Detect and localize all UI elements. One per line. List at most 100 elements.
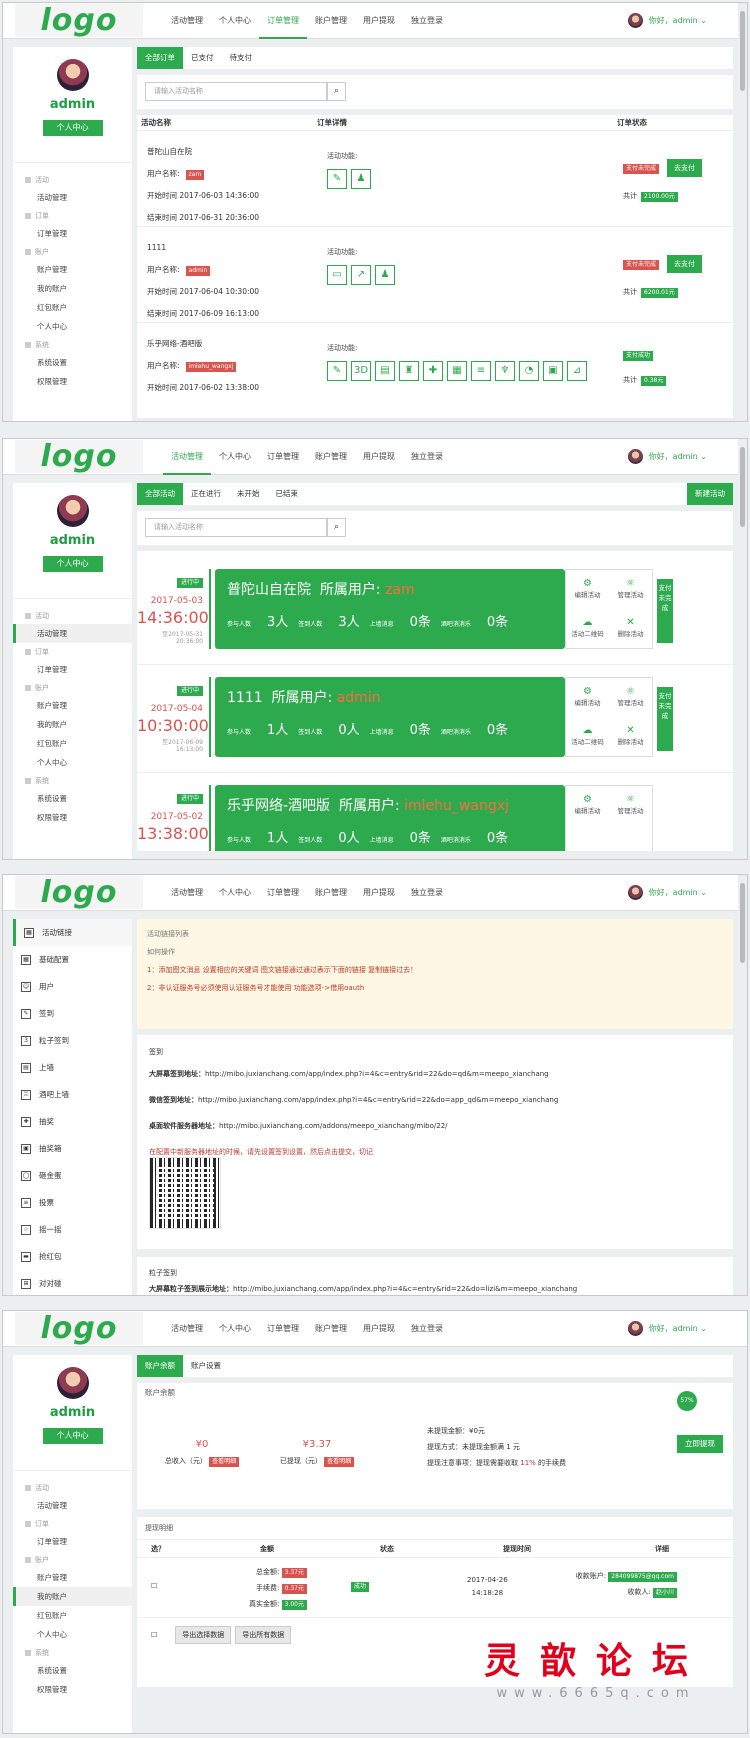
tab-all-activities[interactable]: 全部活动 [137,483,183,505]
sidebar-item-redpack[interactable]: ▬ 抢红包 [13,1243,132,1270]
logo[interactable]: logo [15,876,143,909]
edit-activity-button[interactable]: ⚙ 编辑活动 [566,570,609,609]
nav-activity[interactable]: 活动管理 [163,875,211,911]
grid-icon[interactable]: ▦ [447,361,467,381]
nav-account[interactable]: 账户管理 [307,1311,355,1347]
nav-profile[interactable]: 个人中心 [211,1311,259,1347]
nav-profile[interactable]: 个人中心 [211,3,259,39]
sidebar-item-lottery[interactable]: ✚ 抽奖 [13,1108,132,1135]
nav-orders[interactable]: 订单管理 [259,875,307,911]
manage-activity-button[interactable]: ⚛ 管理活动 [609,570,652,609]
sidebar-item-particle[interactable]: 3 粒子签到 [13,1027,132,1054]
menu-item-profile[interactable]: 个人中心 [13,753,132,772]
manage-activity-button[interactable]: ⚛ 管理活动 [609,786,652,851]
detail-tag[interactable]: 查看明细 [324,1457,355,1467]
select-all-checkbox[interactable]: ☐ [151,1631,157,1639]
present-icon[interactable]: ✚ [423,361,443,381]
wechat-url[interactable]: http://mibo.juxianchang.com/app/index.ph… [198,1096,558,1104]
message-icon[interactable]: ▤ [375,361,395,381]
menu-item-order[interactable]: 订单管理 [13,224,132,243]
sidebar-item-bar-wall[interactable]: ♖ 酒吧上墙 [13,1081,132,1108]
sidebar-item-basic[interactable]: ▦ 基础配置 [13,946,132,973]
wall-icon[interactable]: ▭ [327,265,347,285]
gift-icon[interactable]: ♜ [399,361,419,381]
menu-item-activity[interactable]: 活动管理 [13,188,132,207]
edit-icon[interactable]: ✎ [327,361,347,381]
delete-activity-button[interactable]: ✕ 删除活动 [609,609,652,648]
scrollbar[interactable] [738,3,747,421]
nav-withdraw[interactable]: 用户提现 [355,875,403,911]
nav-login[interactable]: 独立登录 [403,1311,451,1347]
search-input[interactable]: 请输入活动名称 [145,82,327,101]
sidebar-item-users[interactable]: ☺ 用户 [13,973,132,1000]
edit-activity-button[interactable]: ⚙ 编辑活动 [566,786,609,851]
menu-item-account[interactable]: 账户管理 [13,260,132,279]
pay-status-tag[interactable]: 支付未完成 [657,687,673,751]
export-all-button[interactable]: 导出所有数据 [235,1626,292,1644]
menu-item-my-account[interactable]: 我的账户 [13,715,132,734]
shirt-icon[interactable]: ♆ [495,361,515,381]
scrollbar[interactable] [738,875,747,1295]
search-icon[interactable]: ⌕ [327,518,346,537]
nav-withdraw[interactable]: 用户提现 [355,439,403,475]
logo[interactable]: logo [15,1312,143,1345]
nav-account[interactable]: 账户管理 [307,3,355,39]
nav-orders[interactable]: 订单管理 [259,3,307,39]
user-center-button[interactable]: 个人中心 [42,1428,103,1444]
tab-ended[interactable]: 已结束 [268,483,307,505]
nav-profile[interactable]: 个人中心 [211,439,259,475]
database-icon[interactable]: ▣ [543,361,563,381]
user-menu[interactable]: 你好，admin ⌄ [627,1321,707,1336]
users-icon[interactable]: ♟ [351,169,371,189]
nav-orders[interactable]: 订单管理 [259,439,307,475]
nav-orders[interactable]: 订单管理 [259,1311,307,1347]
nav-withdraw[interactable]: 用户提现 [355,3,403,39]
scrollbar[interactable] [738,439,747,859]
row-checkbox[interactable]: ☐ [151,1582,157,1590]
qrcode-button[interactable]: ☁ 活动二维码 [566,717,609,756]
menu-item-redpack[interactable]: 红包账户 [13,734,132,753]
menu-item-my-account[interactable]: 我的账户 [13,279,132,298]
tab-account-settings[interactable]: 账户设置 [183,1355,229,1377]
nav-account[interactable]: 账户管理 [307,875,355,911]
new-activity-button[interactable]: 新建活动 [687,483,733,505]
pay-button[interactable]: 去支付 [667,255,703,273]
nav-login[interactable]: 独立登录 [403,439,451,475]
sidebar-item-vote[interactable]: ≡ 投票 [13,1189,132,1216]
nav-login[interactable]: 独立登录 [403,875,451,911]
menu-item-order[interactable]: 订单管理 [13,1532,132,1551]
menu-item-my-account[interactable]: 我的账户 [13,1587,132,1606]
user-center-button[interactable]: 个人中心 [42,120,103,136]
nav-activity[interactable]: 活动管理 [163,439,211,475]
nav-login[interactable]: 独立登录 [403,3,451,39]
nav-activity[interactable]: 活动管理 [163,3,211,39]
menu-item-settings[interactable]: 系统设置 [13,353,132,372]
tab-not-started[interactable]: 未开始 [229,483,268,505]
sidebar-item-lottery-box[interactable]: ▣ 抽奖箱 [13,1135,132,1162]
search-icon[interactable]: ⌕ [327,82,346,101]
search-input[interactable]: 请输入活动名称 [145,518,327,537]
menu-item-redpack[interactable]: 红包账户 [13,298,132,317]
edit-activity-button[interactable]: ⚙ 编辑活动 [566,678,609,717]
sidebar-item-signin[interactable]: ✎ 签到 [13,1000,132,1027]
user-center-button[interactable]: 个人中心 [42,556,103,572]
tab-balance[interactable]: 账户余额 [137,1355,183,1377]
sidebar-item-links[interactable]: ▦ 活动链接 [13,919,132,946]
nav-activity[interactable]: 活动管理 [163,1311,211,1347]
user-menu[interactable]: 你好，admin ⌄ [627,885,707,900]
share-icon[interactable]: ↗ [351,265,371,285]
menu-item-account[interactable]: 账户管理 [13,696,132,715]
sidebar-item-egg[interactable]: ◯ 砸金蛋 [13,1162,132,1189]
user-menu[interactable]: 你好，admin ⌄ [627,449,707,464]
nav-profile[interactable]: 个人中心 [211,875,259,911]
menu-item-account[interactable]: 账户管理 [13,1568,132,1587]
export-selected-button[interactable]: 导出选择数据 [175,1626,232,1644]
activity-summary[interactable]: 乐乎网络-酒吧版 所属用户: imlehu_wangxj 参与人数 1人 签到人数 0… [215,785,565,851]
logo[interactable]: logo [15,440,143,473]
tab-unpaid[interactable]: 待支付 [222,47,261,69]
pay-status-tag[interactable]: 支付未完成 [657,579,673,643]
sidebar-item-wall[interactable]: ▤ 上墙 [13,1054,132,1081]
menu-item-order[interactable]: 订单管理 [13,660,132,679]
nav-account[interactable]: 账户管理 [307,439,355,475]
desktop-url[interactable]: http://mibo.juxianchang.com/addons/meepo… [219,1122,448,1130]
